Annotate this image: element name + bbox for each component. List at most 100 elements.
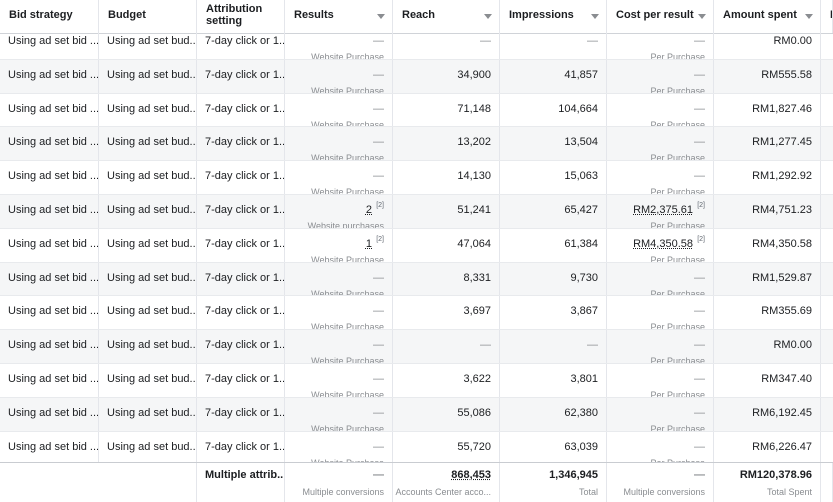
cell-impressions: 63,039	[500, 431, 607, 465]
cell-cost-per-result: RM4,350.58 [2] Per Purchase	[607, 228, 714, 262]
cell-attribution-setting: 7-day click or 1...	[197, 262, 285, 296]
sort-chevron-icon[interactable]	[698, 14, 706, 19]
attribution-value: 7-day click or 1...	[205, 136, 285, 149]
cell-attribution-setting: 7-day click or 1...	[197, 127, 285, 161]
table-row[interactable]: Using ad set bid ... Using ad set bud... 7…	[0, 262, 833, 297]
table-row[interactable]: Using ad set bid ... Using ad set bud... 7…	[0, 195, 833, 229]
cell-bid-strategy: Using ad set bid ...	[0, 364, 99, 397]
amount-spent-value: RM1,277.45	[752, 136, 812, 149]
sort-chevron-icon[interactable]	[484, 14, 492, 19]
table-row[interactable]: Using ad set bid ... Using ad set bud... 7…	[0, 431, 833, 466]
table-row[interactable]: Using ad set bid ... Using ad set bud... 7…	[0, 161, 833, 195]
cost-per-result-type: Per Purchase	[650, 356, 705, 363]
impressions-value: —	[587, 339, 598, 352]
cell-attribution-setting: 7-day click or 1...	[197, 364, 285, 397]
cell-results: — Website Purchase	[285, 93, 393, 127]
reach-value: —	[480, 339, 491, 352]
cell-extra	[821, 161, 833, 194]
cell-reach: 55,720	[393, 431, 500, 465]
budget-value: Using ad set bud...	[107, 204, 197, 216]
cell-impressions: 13,504	[500, 127, 607, 161]
cell-attribution-setting: 7-day click or 1...	[197, 431, 285, 465]
budget-value: Using ad set bud...	[107, 305, 197, 318]
cell-amount-spent: RM0.00	[714, 330, 821, 363]
budget-value: Using ad set bud...	[107, 271, 197, 284]
cell-amount-spent: RM0.00	[714, 26, 821, 59]
amount-spent-total: RM120,378.96	[739, 469, 812, 481]
table-row[interactable]: Using ad set bid ... Using ad set bud... 7…	[0, 296, 833, 331]
attribution-value: 7-day click or 1...	[205, 440, 285, 453]
cell-budget: Using ad set bud...	[99, 262, 197, 296]
cell-attribution-setting: 7-day click or 1...	[197, 397, 285, 431]
reach-total: 868,453	[451, 469, 491, 481]
bid-strategy-value: Using ad set bid ...	[8, 305, 99, 318]
budget-value: Using ad set bud...	[107, 406, 197, 419]
budget-value: Using ad set bud...	[107, 68, 197, 81]
results-value: —	[373, 373, 384, 385]
cell-bid-strategy: Using ad set bid ...	[0, 296, 99, 330]
amount-spent-total-label: Total Spent	[766, 487, 812, 497]
cell-results: — Website Purchase	[285, 330, 393, 363]
amount-spent-value: RM4,350.58	[752, 237, 812, 250]
reach-value: 51,241	[457, 204, 491, 216]
cell-budget: Using ad set bud...	[99, 364, 197, 397]
cell-impressions: —	[500, 26, 607, 59]
cell-extra	[821, 94, 833, 127]
table-row[interactable]: Using ad set bid ... Using ad set bud... 7…	[0, 127, 833, 162]
budget-value: Using ad set bud...	[107, 339, 197, 352]
cell-results: — Website Purchase	[285, 161, 393, 194]
cell-impressions: —	[500, 330, 607, 363]
results-value: —	[373, 68, 384, 81]
header-label: Cost per result	[616, 9, 694, 21]
results-value: —	[373, 136, 384, 149]
table-row[interactable]: Using ad set bid ... Using ad set bud... 7…	[0, 93, 833, 128]
cell-impressions: 61,384	[500, 228, 607, 262]
cell-budget: Using ad set bud...	[99, 161, 197, 194]
cost-per-result-value: —	[694, 170, 705, 183]
results-value: —	[373, 305, 384, 318]
amount-spent-value: RM0.00	[773, 339, 812, 352]
table-row[interactable]: Using ad set bid ... Using ad set bud... 7…	[0, 330, 833, 364]
cell-cost-per-result: — Per Purchase	[607, 26, 714, 59]
reach-total-label: Accounts Center acco...	[395, 487, 491, 497]
impressions-value: 9,730	[570, 271, 598, 284]
sort-chevron-icon[interactable]	[591, 14, 599, 19]
cell-results: — Website Purchase	[285, 431, 393, 465]
cost-per-result-type: Per Purchase	[650, 85, 705, 93]
sort-chevron-icon[interactable]	[377, 14, 385, 19]
cell-attribution-setting: 7-day click or 1...	[197, 93, 285, 127]
header-label: Results	[294, 9, 334, 21]
cell-amount-spent: RM6,226.47	[714, 431, 821, 465]
amount-spent-value: RM4,751.23	[752, 204, 812, 216]
results-total: —	[373, 469, 384, 481]
cell-reach: 51,241	[393, 195, 500, 228]
cell-budget: Using ad set bud...	[99, 397, 197, 431]
cell-results: — Website Purchase	[285, 127, 393, 161]
results-type: Website Purchase	[311, 52, 384, 59]
budget-value: Using ad set bud...	[107, 136, 197, 149]
bid-strategy-value: Using ad set bid ...	[8, 237, 99, 250]
cell-extra	[821, 26, 833, 59]
table-row[interactable]: Using ad set bid ... Using ad set bud... 7…	[0, 228, 833, 263]
table-row[interactable]: Using ad set bid ... Using ad set bud... 7…	[0, 26, 833, 60]
table-row[interactable]: Using ad set bid ... Using ad set bud... 7…	[0, 364, 833, 398]
cpr-footnote: [2]	[697, 202, 705, 209]
cell-budget: Using ad set bud...	[99, 296, 197, 330]
table-row[interactable]: Using ad set bid ... Using ad set bud... 7…	[0, 397, 833, 432]
cell-reach: 13,202	[393, 127, 500, 161]
amount-spent-value: RM6,192.45	[752, 406, 812, 419]
cost-per-result-value: —	[694, 68, 705, 81]
impressions-value: 65,427	[564, 204, 598, 216]
bid-strategy-value: Using ad set bid ...	[8, 373, 99, 385]
sort-chevron-icon[interactable]	[805, 14, 813, 19]
cell-extra	[821, 263, 833, 296]
cell-extra	[821, 296, 833, 329]
cell-bid-strategy: Using ad set bid ...	[0, 397, 99, 431]
results-type: Website Purchase	[311, 322, 384, 330]
cost-per-result-value: —	[694, 136, 705, 149]
cell-reach: —	[393, 330, 500, 363]
footer-cell-attribution-setting: Multiple attrib...	[197, 463, 285, 502]
table-row[interactable]: Using ad set bid ... Using ad set bud... 7…	[0, 59, 833, 94]
cost-per-result-type: Per Purchase	[650, 187, 705, 194]
budget-value: Using ad set bud...	[107, 440, 197, 453]
